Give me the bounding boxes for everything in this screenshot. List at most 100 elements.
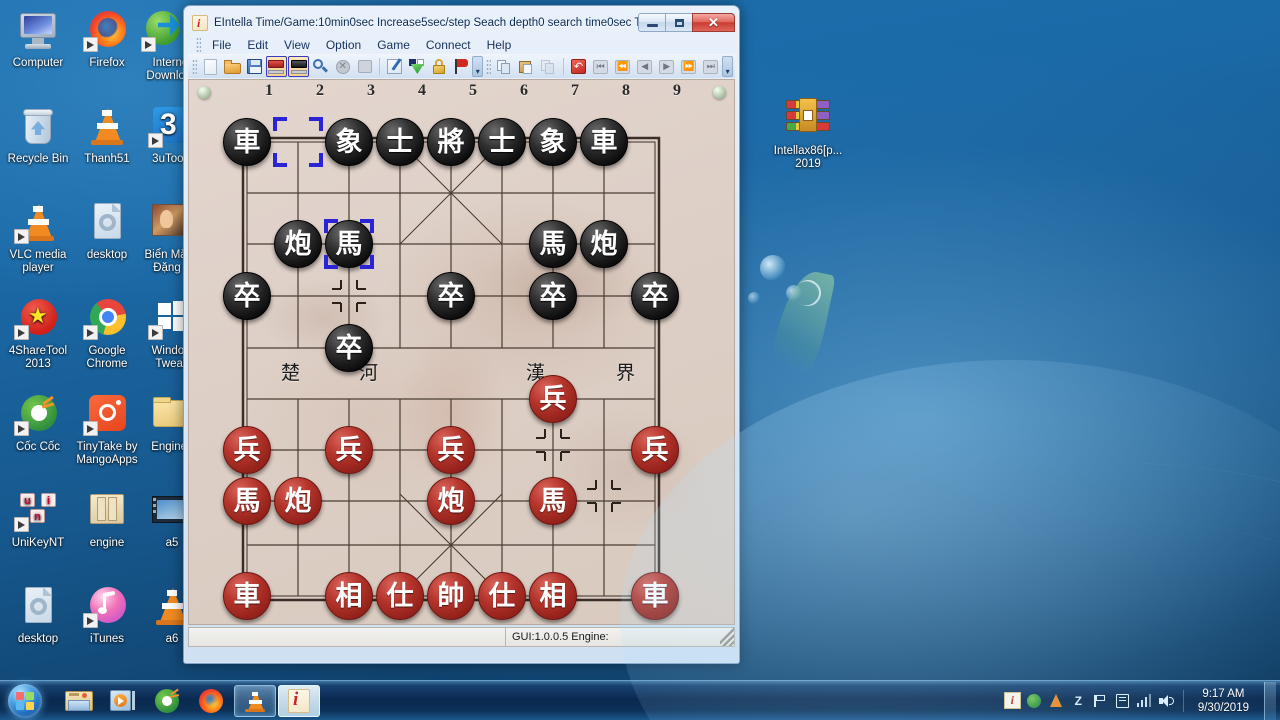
system-tray[interactable]: i Z 9:17 AM 9/30/2019 [1003,681,1280,720]
save-file-button[interactable] [244,56,265,77]
black-soldier[interactable]: 卒 [223,272,271,320]
undo-button[interactable]: ↶ [568,56,589,77]
red-engine-button[interactable] [265,56,288,77]
taskbar-item-eintella[interactable]: i [278,684,320,717]
red-elephant[interactable]: 相 [529,572,577,620]
flag-button[interactable] [450,56,471,77]
window-titlebar[interactable]: i EIntella Time/Game:10min0sec Increase5… [188,10,735,35]
clock[interactable]: 9:17 AM 9/30/2019 [1192,687,1257,715]
eintella-tray-icon[interactable]: i [1003,692,1021,709]
toolbar[interactable]: ✕ ▾ ↶ ⏮ ⏪ ◀ ▶ ⏩ ⏭ ▾ [188,54,735,78]
desktop-icon-recycle-bin[interactable]: Recycle Bin [3,104,73,166]
new-file-button[interactable] [200,56,221,77]
red-soldier[interactable]: 兵 [427,426,475,474]
refresh-button[interactable] [354,56,375,77]
toolbar-overflow-button-2[interactable]: ▾ [722,56,733,77]
red-elephant[interactable]: 相 [325,572,373,620]
menu-grip[interactable] [196,36,201,53]
copy-button[interactable] [494,56,515,77]
red-general[interactable]: 帥 [427,572,475,620]
menu-item-connect[interactable]: Connect [419,37,478,53]
black-engine-button[interactable] [288,56,310,77]
volume-icon[interactable] [1158,692,1175,709]
maximize-button[interactable] [665,13,693,32]
black-soldier[interactable]: 卒 [325,324,373,372]
toolbar-grip-2[interactable] [486,58,491,75]
desktop-icon-unikeynt[interactable]: u i n UniKeyNT [3,488,73,550]
stop-button[interactable]: ✕ [332,56,353,77]
action-center-icon[interactable] [1114,692,1131,709]
next-move-button[interactable]: ▶ [656,56,677,77]
red-horse[interactable]: 馬 [529,477,577,525]
black-cannon[interactable]: 炮 [580,220,628,268]
red-soldier[interactable]: 兵 [529,375,577,423]
paste-button[interactable] [516,56,537,77]
menu-item-edit[interactable]: Edit [240,37,275,53]
minimize-button[interactable] [638,13,666,32]
menu-bar[interactable]: File Edit View Option Game Connect Help [188,35,735,54]
taskbar[interactable]: i i Z 9:17 AM 9/30/2019 [0,680,1280,720]
taskbar-item-coccoc[interactable] [146,685,188,717]
toolbar-overflow-button[interactable]: ▾ [472,56,484,77]
desktop-icon-desktop-config-2[interactable]: desktop [3,584,73,646]
first-move-button[interactable]: ⏮ [590,56,611,77]
black-general[interactable]: 將 [427,118,475,166]
red-chariot[interactable]: 車 [631,572,679,620]
taskbar-item-windows-explorer[interactable] [58,685,100,717]
black-soldier[interactable]: 卒 [529,272,577,320]
open-file-button[interactable] [222,56,243,77]
prev-move-button[interactable]: ◀ [634,56,655,77]
desktop-icon-coc-coc[interactable]: Cốc Cốc [3,392,73,454]
close-button[interactable]: ✕ [692,13,735,32]
network-icon[interactable] [1136,692,1153,709]
red-chariot[interactable]: 車 [223,572,271,620]
desktop[interactable]: Computer Firefox Internet Download Recyc… [0,0,1280,720]
resize-grip[interactable] [720,628,734,646]
desktop-icon-itunes[interactable]: iTunes [72,584,142,646]
black-chariot[interactable]: 車 [223,118,271,166]
desktop-icon-desktop-config-1[interactable]: desktop [72,200,142,262]
black-advisor[interactable]: 士 [478,118,526,166]
last-move-button[interactable]: ⏭ [700,56,721,77]
engine-settings-button[interactable] [406,56,427,77]
toolbar-grip-1[interactable] [192,58,197,75]
taskbar-item-media-player[interactable] [102,685,144,717]
fast-forward-button[interactable]: ⏩ [678,56,699,77]
start-button[interactable] [2,682,48,720]
black-elephant[interactable]: 象 [529,118,577,166]
red-soldier[interactable]: 兵 [631,426,679,474]
red-cannon[interactable]: 炮 [274,477,322,525]
fast-back-button[interactable]: ⏪ [612,56,633,77]
desktop-icon-vlc-media-player[interactable]: VLC media player [3,200,73,274]
red-horse[interactable]: 馬 [223,477,271,525]
black-horse[interactable]: 馬 [325,220,373,268]
taskbar-item-firefox[interactable] [190,685,232,717]
black-advisor[interactable]: 士 [376,118,424,166]
black-soldier[interactable]: 卒 [631,272,679,320]
menu-item-option[interactable]: Option [319,37,368,53]
desktop-icon-google-chrome[interactable]: Google Chrome [72,296,142,370]
desktop-icon-tinytake[interactable]: TinyTake by MangoApps [72,392,142,466]
menu-item-help[interactable]: Help [480,37,519,53]
desktop-icon-4sharetool[interactable]: ★ 4ShareTool 2013 [3,296,73,370]
xiangqi-board[interactable]: 1 2 3 4 5 6 7 8 9 楚 河 漢 界 車象士將士象車炮馬馬炮卒卒卒… [188,79,735,625]
desktop-icon-intellax86[interactable]: Intellax86[p... 2019 [772,96,844,170]
menu-item-view[interactable]: View [277,37,317,53]
taskbar-apps[interactable]: i [58,684,320,717]
black-soldier[interactable]: 卒 [427,272,475,320]
desktop-icon-engine-folder[interactable]: engine [72,488,142,550]
lock-button[interactable] [428,56,449,77]
red-advisor[interactable]: 仕 [376,572,424,620]
black-horse[interactable]: 馬 [529,220,577,268]
red-cannon[interactable]: 炮 [427,477,475,525]
search-button[interactable] [310,56,331,77]
black-elephant[interactable]: 象 [325,118,373,166]
taskbar-item-vlc[interactable] [234,684,276,717]
red-soldier[interactable]: 兵 [325,426,373,474]
coccoc-tray-icon[interactable] [1026,692,1043,709]
desktop-icon-thanh51[interactable]: Thanh51 [72,104,142,166]
red-advisor[interactable]: 仕 [478,572,526,620]
menu-item-game[interactable]: Game [370,37,417,53]
unikey-tray-icon[interactable]: Z [1070,692,1087,709]
desktop-icon-firefox[interactable]: Firefox [72,8,142,70]
